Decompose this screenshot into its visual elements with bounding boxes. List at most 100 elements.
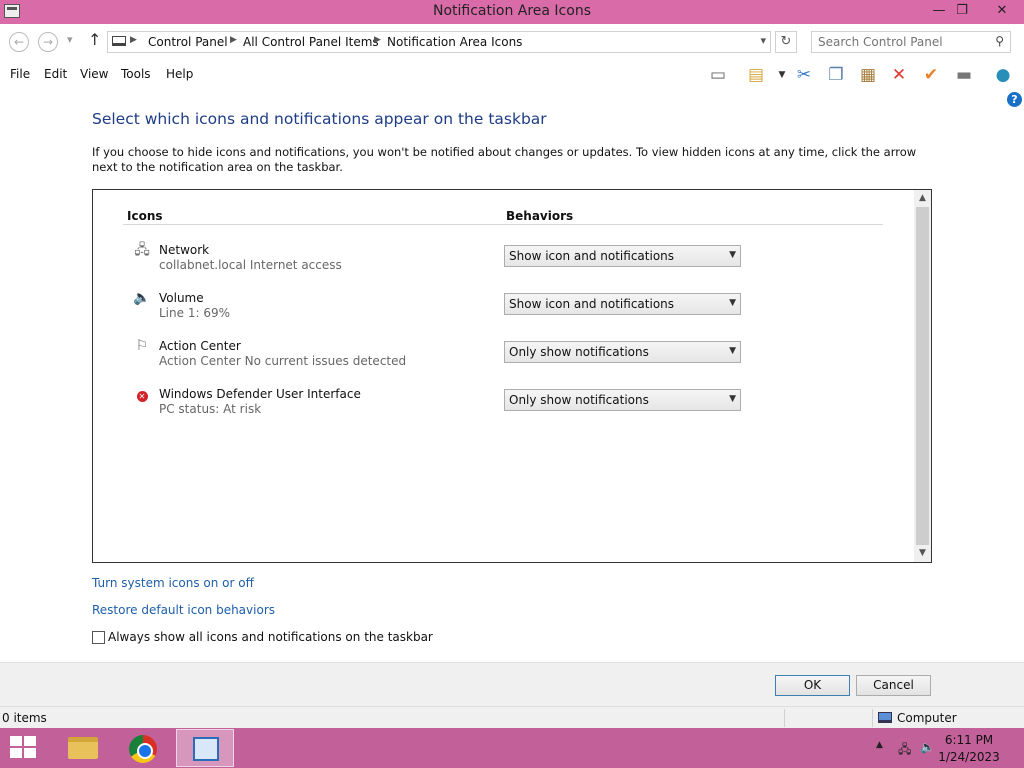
behavior-value: Only show notifications bbox=[509, 393, 649, 407]
row-name: Windows Defender User Interface bbox=[159, 387, 361, 401]
chevron-right-icon[interactable]: ▶ bbox=[230, 35, 237, 45]
taskbar-file-explorer[interactable] bbox=[52, 729, 110, 767]
forward-button[interactable]: → bbox=[38, 32, 58, 52]
restore-button[interactable]: ❐ bbox=[947, 0, 977, 24]
behavior-value: Show icon and notifications bbox=[509, 297, 675, 311]
status-location: Computer bbox=[897, 711, 957, 725]
always-show-checkbox[interactable] bbox=[92, 631, 105, 644]
scroll-thumb[interactable] bbox=[916, 207, 929, 545]
delete-icon[interactable]: ✕ bbox=[887, 64, 911, 86]
clock-date[interactable]: 1/24/2023 bbox=[934, 750, 1004, 764]
chrome-icon bbox=[129, 735, 157, 763]
menu-edit[interactable]: Edit bbox=[44, 67, 67, 81]
defender-alert-icon: ✕ bbox=[133, 387, 151, 405]
help-icon[interactable]: ? bbox=[1007, 92, 1022, 107]
notification-icons-list[interactable]: Icons Behaviors 🖧 Network collabnet.loca… bbox=[92, 189, 932, 563]
clock-time[interactable]: 6:11 PM bbox=[934, 733, 1004, 747]
volume-tray-icon[interactable]: 🔈 bbox=[920, 740, 935, 754]
address-dropdown-chevron-icon[interactable]: ▾ bbox=[760, 34, 766, 47]
recent-pages-chevron-icon[interactable]: ▾ bbox=[67, 33, 73, 46]
show-hidden-icons-chevron-icon[interactable]: ▲ bbox=[876, 740, 883, 750]
menu-view[interactable]: View bbox=[80, 67, 108, 81]
copy-icon[interactable]: ❐ bbox=[824, 64, 848, 86]
row-status: collabnet.local Internet access bbox=[159, 258, 342, 272]
scroll-down-chevron-icon[interactable]: ▼ bbox=[914, 545, 931, 562]
properties-icon[interactable]: ▤ bbox=[744, 64, 768, 86]
breadcrumb-all-items[interactable]: All Control Panel Items bbox=[243, 35, 379, 49]
vertical-scrollbar[interactable]: ▲ ▼ bbox=[914, 190, 931, 562]
network-tray-icon[interactable]: 🖧 bbox=[898, 740, 911, 761]
chevron-down-icon[interactable]: ▼ bbox=[729, 394, 736, 404]
folder-icon bbox=[68, 737, 98, 759]
scroll-up-chevron-icon[interactable]: ▲ bbox=[914, 190, 931, 207]
refresh-button[interactable]: ↻ bbox=[775, 31, 797, 53]
ok-button[interactable]: OK bbox=[775, 675, 850, 696]
chevron-down-icon[interactable]: ▼ bbox=[729, 298, 736, 308]
globe-icon[interactable]: ● bbox=[991, 64, 1015, 86]
menu-tools[interactable]: Tools bbox=[121, 67, 151, 81]
back-button[interactable]: ← bbox=[9, 32, 29, 52]
behavior-dropdown[interactable]: Show icon and notifications ▼ bbox=[504, 245, 741, 267]
up-button[interactable]: ↑ bbox=[88, 30, 101, 49]
network-icon: 🖧 bbox=[134, 242, 150, 258]
layout-icon[interactable]: ▭ bbox=[706, 64, 730, 86]
chevron-right-icon[interactable]: ▶ bbox=[130, 35, 137, 45]
breadcrumb-control-panel[interactable]: Control Panel bbox=[148, 35, 228, 49]
cancel-button[interactable]: Cancel bbox=[856, 675, 931, 696]
dialog-button-bar: OK Cancel bbox=[0, 662, 1024, 706]
status-divider bbox=[872, 709, 873, 727]
taskbar-control-panel[interactable] bbox=[176, 729, 234, 767]
checkmark-icon[interactable]: ✔ bbox=[919, 64, 943, 86]
page-title: Select which icons and notifications app… bbox=[92, 110, 547, 128]
volume-icon: 🔈 bbox=[133, 290, 151, 306]
computer-icon bbox=[112, 36, 126, 46]
status-divider bbox=[784, 709, 785, 727]
item-count: 0 items bbox=[2, 711, 47, 725]
row-name: Action Center bbox=[159, 339, 241, 353]
start-button[interactable] bbox=[10, 736, 38, 760]
taskbar: ▲ 🖧 🔈 6:11 PM 1/24/2023 bbox=[0, 728, 1024, 768]
computer-icon bbox=[878, 712, 892, 723]
windows-logo-icon bbox=[24, 736, 36, 746]
address-bar-area: ← → ▾ ↑ ▶ Control Panel ▶ All Control Pa… bbox=[0, 24, 1024, 60]
paste-icon[interactable]: ▦ bbox=[856, 64, 880, 86]
rename-icon[interactable]: ▬ bbox=[952, 64, 976, 86]
menu-file[interactable]: File bbox=[10, 67, 30, 81]
windows-logo-icon bbox=[10, 736, 22, 746]
flag-icon: ⚐ bbox=[135, 338, 149, 354]
breadcrumb-notification-area-icons[interactable]: Notification Area Icons bbox=[387, 35, 522, 49]
header-divider bbox=[123, 224, 883, 225]
row-status: Line 1: 69% bbox=[159, 306, 230, 320]
chevron-down-icon[interactable]: ▼ bbox=[729, 250, 736, 260]
menu-help[interactable]: Help bbox=[166, 67, 193, 81]
behavior-value: Show icon and notifications bbox=[509, 249, 675, 263]
row-name: Volume bbox=[159, 291, 204, 305]
search-box[interactable]: ⚲ bbox=[811, 31, 1011, 53]
always-show-label[interactable]: Always show all icons and notifications … bbox=[108, 630, 433, 644]
restore-default-behaviors-link[interactable]: Restore default icon behaviors bbox=[92, 603, 275, 617]
windows-logo-icon bbox=[24, 748, 36, 758]
behavior-dropdown[interactable]: Only show notifications ▼ bbox=[504, 389, 741, 411]
address-box[interactable]: ▶ Control Panel ▶ All Control Panel Item… bbox=[107, 31, 771, 53]
column-header-behaviors: Behaviors bbox=[506, 209, 574, 223]
behavior-value: Only show notifications bbox=[509, 345, 649, 359]
title-bar: Notification Area Icons — ❐ ✕ bbox=[0, 0, 1024, 24]
search-icon[interactable]: ⚲ bbox=[995, 34, 1004, 48]
behavior-dropdown[interactable]: Show icon and notifications ▼ bbox=[504, 293, 741, 315]
taskbar-chrome[interactable] bbox=[114, 729, 172, 767]
row-status: PC status: At risk bbox=[159, 402, 262, 416]
windows-logo-icon bbox=[10, 748, 22, 758]
search-input[interactable] bbox=[818, 34, 988, 50]
chevron-down-icon[interactable]: ▼ bbox=[729, 346, 736, 356]
window-title: Notification Area Icons bbox=[432, 3, 591, 19]
page-description: If you choose to hide icons and notifica… bbox=[92, 145, 917, 174]
properties-dropdown-chevron-icon[interactable]: ▼ bbox=[770, 64, 794, 86]
row-status: Action Center No current issues detected bbox=[159, 354, 407, 368]
turn-system-icons-link[interactable]: Turn system icons on or off bbox=[92, 576, 254, 590]
cut-icon[interactable]: ✂ bbox=[792, 64, 816, 86]
behavior-dropdown[interactable]: Only show notifications ▼ bbox=[504, 341, 741, 363]
close-button[interactable]: ✕ bbox=[984, 0, 1020, 24]
chevron-right-icon[interactable]: ▶ bbox=[374, 35, 381, 45]
control-panel-icon bbox=[193, 737, 219, 761]
status-bar: 0 items Computer bbox=[0, 706, 1024, 728]
